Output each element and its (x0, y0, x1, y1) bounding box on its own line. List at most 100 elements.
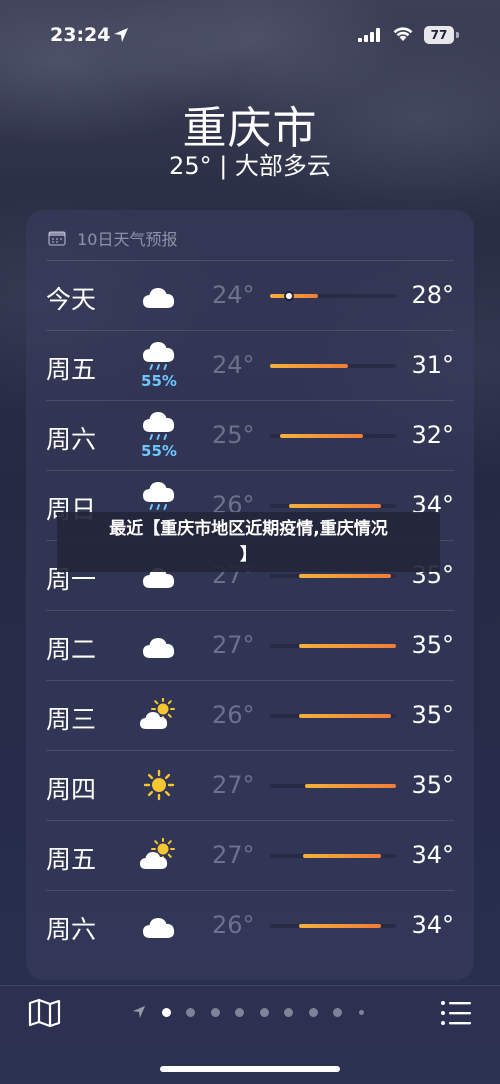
forecast-row[interactable]: 周六 55% 25° 32° (26, 400, 474, 470)
high-temperature: 31° (411, 351, 454, 379)
precipitation-chance: 55% (141, 442, 177, 460)
page-dot-current[interactable] (162, 1008, 171, 1017)
forecast-row[interactable]: 周四 27° 35° (26, 750, 474, 820)
row-divider (46, 330, 454, 331)
high-temperature: 35° (411, 771, 454, 799)
temperature-range-track (270, 714, 396, 718)
page-dot[interactable] (284, 1008, 293, 1017)
battery-tip (456, 32, 459, 38)
high-temperature: 35° (411, 631, 454, 659)
temperature-range-bar (305, 784, 396, 788)
temperature-range-bar (270, 364, 348, 368)
cloud-rain-icon: 55% (134, 340, 184, 390)
temperature-range-bar (299, 644, 396, 648)
forecast-day-label: 周二 (46, 635, 97, 664)
forecast-row[interactable]: 今天 24° 28° (26, 260, 474, 330)
row-divider (46, 820, 454, 821)
low-temperature: 24° (212, 281, 255, 309)
forecast-day-label: 周四 (46, 775, 97, 804)
row-divider (46, 260, 454, 261)
high-temperature: 28° (411, 281, 454, 309)
list-icon[interactable] (440, 1000, 472, 1026)
temperature-range-track (270, 293, 396, 299)
cloud-rain-icon: 55% (134, 410, 184, 460)
high-temperature: 34° (411, 841, 454, 869)
forecast-header: 10日天气预报 (48, 226, 178, 249)
cellular-signal-icon (358, 28, 380, 42)
temperature-range-track (270, 434, 396, 438)
forecast-day-label: 今天 (46, 285, 97, 314)
low-temperature: 25° (212, 421, 255, 449)
forecast-day-label: 周六 (46, 425, 97, 454)
row-divider (46, 890, 454, 891)
row-divider (46, 680, 454, 681)
low-temperature: 27° (212, 841, 255, 869)
forecast-title: 10日天气预报 (77, 230, 178, 249)
page-dot[interactable] (235, 1008, 244, 1017)
calendar-icon (48, 231, 66, 246)
low-temperature: 26° (212, 701, 255, 729)
temperature-range-bar (299, 714, 391, 718)
forecast-row[interactable]: 周三 26° 35° (26, 680, 474, 750)
low-temperature: 27° (212, 771, 255, 799)
high-temperature: 35° (411, 701, 454, 729)
precipitation-chance: 55% (141, 372, 177, 390)
temperature-range-track (270, 504, 396, 508)
ten-day-forecast-card[interactable]: 10日天气预报 今天 24° 28° 周五 55% 24° 31° 周六 55% 25° 32° 周日… (26, 210, 474, 980)
partly-sunny-icon (134, 690, 184, 740)
low-temperature: 27° (212, 631, 255, 659)
article-title-line-1: 最近【重庆市地区近期疫情,重庆情况 (109, 519, 388, 539)
page-dot-small[interactable] (359, 1010, 364, 1015)
row-divider (46, 470, 454, 471)
forecast-row[interactable]: 周五 27° 34° (26, 820, 474, 890)
page-dot[interactable] (309, 1008, 318, 1017)
forecast-row[interactable]: 周六 26° 34° (26, 890, 474, 960)
home-indicator[interactable] (160, 1066, 340, 1072)
page-dot[interactable] (260, 1008, 269, 1017)
temperature-range-track (270, 644, 396, 648)
status-bar: 23:24 77 (0, 22, 500, 52)
temperature-range-bar (289, 504, 381, 508)
temperature-range-track (270, 364, 396, 368)
status-time: 23:24 (50, 24, 111, 46)
temperature-range-bar (303, 854, 381, 858)
forecast-day-label: 周三 (46, 705, 97, 734)
sun-icon (134, 760, 184, 810)
current-conditions: 25° | 大部多云 (169, 152, 331, 180)
low-temperature: 26° (212, 911, 255, 939)
battery-indicator: 77 (424, 26, 454, 44)
current-temperature-marker (286, 293, 292, 299)
location-arrow-icon (132, 1005, 146, 1019)
row-divider (46, 400, 454, 401)
location-arrow-icon (114, 28, 128, 42)
high-temperature: 32° (411, 421, 454, 449)
article-title-overlay: 最近【重庆市地区近期疫情,重庆情况 】 (57, 512, 440, 572)
row-divider (46, 610, 454, 611)
partly-sunny-icon (134, 830, 184, 880)
temperature-range-bar (299, 924, 381, 928)
temperature-range-bar (280, 434, 363, 438)
page-dot[interactable] (186, 1008, 195, 1017)
article-title-line-2: 】 (240, 545, 257, 565)
temperature-range-track (270, 924, 396, 928)
temperature-range-track (270, 574, 396, 578)
cloud-icon (134, 620, 184, 670)
forecast-day-label: 周五 (46, 845, 97, 874)
forecast-day-label: 周五 (46, 355, 97, 384)
cloud-icon (134, 900, 184, 950)
page-dot[interactable] (333, 1008, 342, 1017)
forecast-day-label: 周六 (46, 915, 97, 944)
temperature-range-bar (270, 294, 318, 298)
row-divider (46, 750, 454, 751)
page-dot[interactable] (211, 1008, 220, 1017)
temperature-range-track (270, 784, 396, 788)
forecast-row[interactable]: 周五 55% 24° 31° (26, 330, 474, 400)
low-temperature: 24° (212, 351, 255, 379)
high-temperature: 34° (411, 911, 454, 939)
map-icon[interactable] (28, 998, 62, 1028)
wifi-icon (393, 27, 413, 41)
forecast-row[interactable]: 周二 27° 35° (26, 610, 474, 680)
cloud-icon (134, 270, 184, 320)
temperature-range-track (270, 854, 396, 858)
temperature-range-bar (299, 574, 391, 578)
